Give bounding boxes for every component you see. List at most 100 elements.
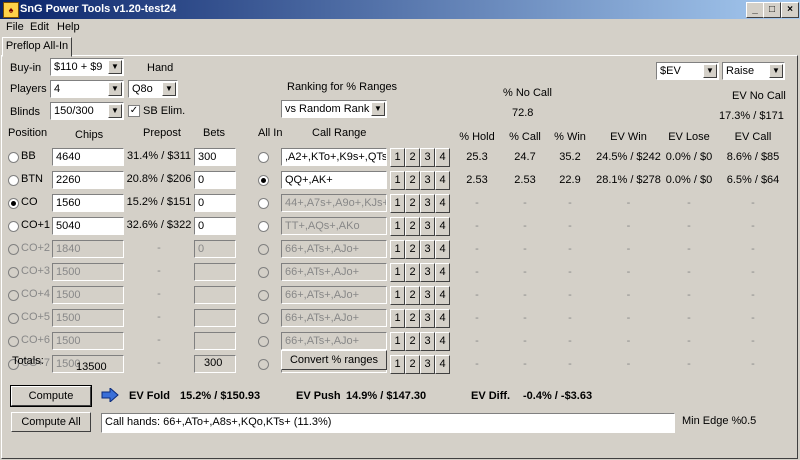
range-preset-button-3[interactable]: 3 [420, 355, 435, 374]
ev-call-value: - [751, 197, 755, 209]
ranking-label: Ranking for % Ranges [287, 81, 398, 93]
allin-radio [258, 290, 269, 301]
position-radio [8, 244, 19, 255]
minimize-icon[interactable]: _ [746, 2, 764, 18]
convert-ranges-button[interactable]: Convert % ranges [281, 350, 387, 370]
maximize-icon[interactable]: □ [763, 2, 781, 18]
range-preset-button-3[interactable]: 3 [420, 148, 435, 167]
position-radio[interactable] [8, 221, 19, 232]
position-label: CO+6 [21, 334, 51, 346]
call-value: - [523, 220, 527, 232]
range-preset-button-3[interactable]: 3 [420, 309, 435, 328]
prepost-value: - [157, 242, 161, 254]
bets-input[interactable]: 0 [194, 217, 236, 235]
prepost-value: 20.8% / $206 [126, 173, 192, 185]
range-preset-button-1[interactable]: 1 [390, 171, 405, 190]
no-call-value: 72.8 [512, 107, 534, 119]
call-range-input[interactable]: QQ+,AK+ [281, 171, 387, 189]
range-preset-button-2[interactable]: 2 [405, 355, 420, 374]
tab-preflop-all-in[interactable]: Preflop All-In [2, 37, 72, 57]
header-hold: % Hold [459, 131, 495, 143]
range-preset-button-1[interactable]: 1 [390, 263, 405, 282]
call-range-input[interactable]: ,A2+,KTo+,K9s+,QTs+ [281, 148, 387, 166]
menu-edit[interactable]: Edit [30, 21, 49, 33]
range-preset-button-2[interactable]: 2 [405, 332, 420, 351]
action-select[interactable]: Raise ▼ [722, 62, 785, 80]
position-label: CO+3 [21, 265, 51, 277]
prepost-value: - [157, 265, 161, 277]
position-label: BTN [21, 173, 43, 185]
allin-radio[interactable] [258, 152, 269, 163]
call-value: - [523, 266, 527, 278]
call-value: - [523, 335, 527, 347]
range-preset-button-3[interactable]: 3 [420, 240, 435, 259]
chips-input[interactable]: 1560 [52, 194, 124, 212]
chevron-down-icon: ▼ [371, 102, 385, 116]
players-select[interactable]: 4 ▼ [50, 80, 124, 98]
ev-call-value: - [751, 335, 755, 347]
ev-diff-label: EV Diff. [471, 390, 511, 402]
sb-elim-checkbox[interactable]: ✓ [128, 105, 140, 117]
ev-call-value: 8.6% / $85 [726, 151, 780, 163]
range-preset-button-1[interactable]: 1 [390, 217, 405, 236]
ev-lose-value: - [687, 312, 691, 324]
range-preset-button-3[interactable]: 3 [420, 263, 435, 282]
range-preset-button-2[interactable]: 2 [405, 286, 420, 305]
buyin-select[interactable]: $110 + $9 ▼ [50, 58, 124, 76]
bets-input[interactable]: 300 [194, 148, 236, 166]
allin-radio [258, 244, 269, 255]
range-preset-button-3[interactable]: 3 [420, 217, 435, 236]
header-ev-call: EV Call [734, 131, 772, 143]
range-preset-button-2[interactable]: 2 [405, 171, 420, 190]
menu-help[interactable]: Help [57, 21, 80, 33]
range-preset-button-1[interactable]: 1 [390, 194, 405, 213]
range-preset-button-3[interactable]: 3 [420, 286, 435, 305]
chevron-down-icon: ▼ [108, 104, 122, 118]
range-preset-button-2[interactable]: 2 [405, 263, 420, 282]
prepost-value: - [157, 334, 161, 346]
hold-value: - [475, 312, 479, 324]
range-preset-button-1[interactable]: 1 [390, 240, 405, 259]
blinds-select[interactable]: 150/300 ▼ [50, 102, 124, 120]
call-range-input: 44+,A7s+,A9o+,KJs+ [281, 194, 387, 212]
chips-input[interactable]: 4640 [52, 148, 124, 166]
range-preset-button-2[interactable]: 2 [405, 240, 420, 259]
ev-lose-value: - [687, 358, 691, 370]
hand-select[interactable]: Q8o ▼ [128, 80, 178, 98]
bets-input[interactable]: 0 [194, 194, 236, 212]
allin-radio[interactable] [258, 221, 269, 232]
range-preset-button-2[interactable]: 2 [405, 194, 420, 213]
allin-radio[interactable] [258, 198, 269, 209]
allin-radio[interactable] [258, 175, 269, 186]
range-preset-button-2[interactable]: 2 [405, 309, 420, 328]
close-icon[interactable]: × [781, 2, 799, 18]
position-radio[interactable] [8, 175, 19, 186]
chips-input[interactable]: 2260 [52, 171, 124, 189]
win-value: - [568, 335, 572, 347]
range-preset-button-1[interactable]: 1 [390, 286, 405, 305]
prepost-value: - [157, 357, 161, 369]
chips-input: 1840 [52, 240, 124, 258]
menu-file[interactable]: File [6, 21, 24, 33]
header-call-range: Call Range [312, 127, 367, 139]
position-radio[interactable] [8, 198, 19, 209]
compute-button[interactable]: Compute [10, 385, 92, 407]
app-window: ♠ SnG Power Tools v1.20-test24 _ □ × Fil… [0, 0, 800, 460]
position-radio[interactable] [8, 152, 19, 163]
chips-input: 1500 [52, 309, 124, 327]
chips-input[interactable]: 5040 [52, 217, 124, 235]
range-preset-button-2[interactable]: 2 [405, 217, 420, 236]
range-preset-button-2[interactable]: 2 [405, 148, 420, 167]
range-preset-button-1[interactable]: 1 [390, 309, 405, 328]
range-preset-button-1[interactable]: 1 [390, 355, 405, 374]
range-preset-button-3[interactable]: 3 [420, 171, 435, 190]
range-preset-button-3[interactable]: 3 [420, 194, 435, 213]
range-preset-button-1[interactable]: 1 [390, 148, 405, 167]
ranking-select[interactable]: vs Random Rank ▼ [281, 100, 387, 118]
ev-mode-select[interactable]: $EV ▼ [656, 62, 719, 80]
range-preset-button-3[interactable]: 3 [420, 332, 435, 351]
call-hands-field[interactable]: Call hands: 66+,ATo+,A8s+,KQo,KTs+ (11.3… [101, 413, 675, 433]
range-preset-button-1[interactable]: 1 [390, 332, 405, 351]
compute-all-button[interactable]: Compute All [11, 412, 91, 432]
bets-input[interactable]: 0 [194, 171, 236, 189]
